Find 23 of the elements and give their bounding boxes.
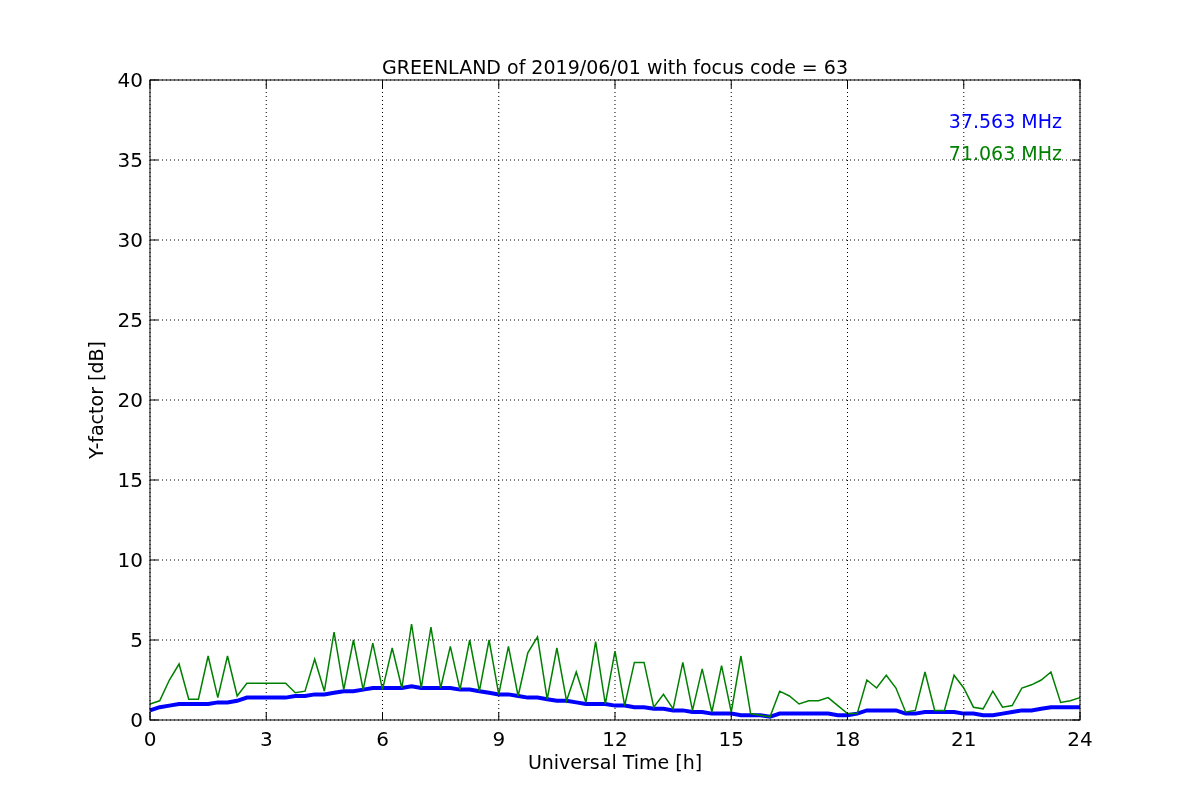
x-tick-label: 15 [718,727,744,751]
x-tick-label: 21 [951,727,977,751]
y-tick-label: 40 [117,68,143,92]
x-tick-label: 24 [1067,727,1093,751]
chart-title: GREENLAND of 2019/06/01 with focus code = 63 [382,56,848,78]
x-tick-label: 6 [376,727,389,751]
y-tick-label: 20 [117,388,143,412]
y-tick-label: 5 [130,628,143,652]
y-tick-label: 10 [117,548,143,572]
x-tick-label: 12 [602,727,628,751]
x-tick-label: 3 [259,727,273,751]
y-tick-label: 30 [117,228,143,252]
y-tick-label: 35 [117,148,143,172]
y-axis-label: Y-factor [dB] [85,341,107,459]
y-tick-label: 15 [117,468,143,492]
x-axis-label: Universal Time [h] [527,751,703,773]
x-tick-label: 18 [834,727,861,751]
legend-label: 37.563 MHz [948,110,1062,132]
legend-label: 71.063 MHz [948,142,1062,164]
x-tick-label: 9 [492,727,506,751]
y-tick-label: 0 [130,708,143,732]
y-tick-label: 25 [117,308,143,332]
x-tick-label: 0 [143,727,157,751]
